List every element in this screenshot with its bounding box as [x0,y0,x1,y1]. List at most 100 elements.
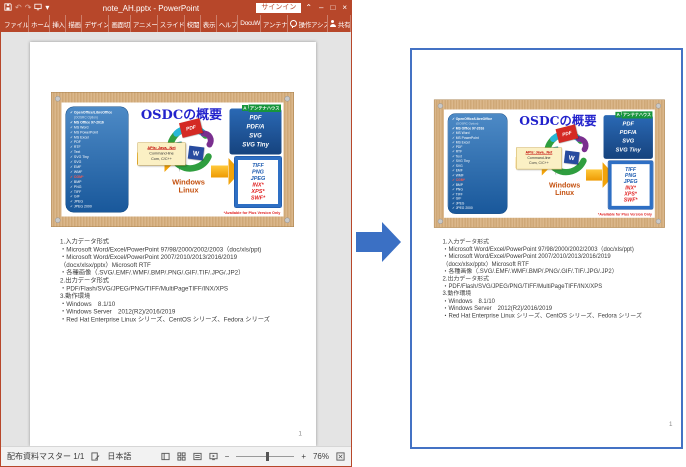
platform-label: Windows Linux [160,178,218,195]
api-note-line: Com, C/C++ [151,156,172,162]
ribbon-tab[interactable]: 操作アシス [288,15,328,32]
ribbon-display-options-button[interactable]: ⌃ [305,4,312,12]
notes-line: ・Microsoft Word/Excel/PowerPoint 2007/20… [60,253,238,261]
input-format-list: ✓ OpenOffice/LibreOffice (OOSRC Option) ✓ … [65,106,129,213]
titlebar: ↶ ↷ ▾ note_AH.pptx - PowerPoint サインイン ⌃ … [1,1,351,15]
page-content: A アンテナハウス OSDCの概要 ✓ OpenOffice/LibreOffi… [30,42,315,445]
screw-icon [284,96,290,102]
input-format-item: ✓ JPEG 2000 [70,205,92,209]
view-status-label: 配布資料マスター 1/1 [7,452,85,461]
ribbon-tab[interactable]: 描画 [66,15,83,32]
floppy-icon [4,3,12,11]
fit-to-window-button[interactable] [336,452,345,461]
output-plus-blue-list: TIFF PNG JPEG [612,166,650,185]
zoom-slider-track [236,456,295,457]
label: 操作アシス [298,21,328,29]
logo-icon: A [241,105,248,111]
ribbon-tab[interactable]: DocuW [238,15,261,32]
input-format-list: ✓ OpenOffice/LibreOffice (OOSRC Option) ✓ … [447,113,508,214]
ribbon-tab[interactable]: 画面切 [109,15,131,32]
ribbon-tab[interactable]: 校閲 [185,15,201,32]
output-format-item: PDF/A [619,128,637,136]
zoom-level-label[interactable]: 76% [313,452,329,461]
notes-line: 1.入力データ形式 [442,238,490,245]
ribbon-tab[interactable]: アンテナ [261,15,288,32]
output-format-item: SVG [622,137,635,145]
reading-view-button[interactable] [193,452,202,461]
comparison-arrow-icon [356,222,402,262]
output-plus-blue-list: TIFF PNG JPEG [238,163,278,183]
notes-line: ・Windows Server 2012(R2)/2016/2019 [442,304,553,312]
notes-line: ・Windows 8.1/10 [442,297,495,305]
ribbon-tab[interactable]: ヘルプ [217,15,239,32]
status-bar: 配布資料マスター 1/1 日本語 − + 76% [1,446,351,466]
handout-master-page[interactable]: A アンテナハウス OSDCの概要 ✓ OpenOffice/LibreOffi… [30,42,316,446]
output-format-item: PDF [249,114,262,121]
display-settings-icon[interactable] [91,452,100,461]
ribbon-tab[interactable]: 挿入 [50,15,67,32]
maximize-button[interactable]: □ [330,4,335,12]
exported-handout-page: A アンテナハウス OSDCの概要 ✓ OpenOffice/LibreOffi… [414,52,681,447]
logo-text: アンテナハウス [621,111,653,119]
api-note: APIs: Java, .Net Command-line Com, C/C++ [516,147,562,170]
zoom-slider-thumb[interactable] [266,452,270,461]
normal-view-button[interactable] [161,452,170,461]
ribbon-tab[interactable]: 表示 [201,15,217,32]
plus-version-footnote: *Available for Plus Version Only [597,212,652,217]
platform-line: Linux [178,186,199,195]
label: 共有 [337,21,351,29]
platform-label: Windows Linux [537,181,592,197]
save-button[interactable] [4,3,12,13]
window-title: note_AH.pptx - PowerPoint [102,3,200,13]
logo-icon: A [615,111,622,118]
notes-line: 3.動作環境 [60,292,91,300]
slide-sorter-view-button[interactable] [177,452,186,461]
slide-canvas: A アンテナハウス OSDCの概要 ✓ OpenOffice/LibreOffi… [443,109,655,218]
zoom-out-button[interactable]: − [225,452,230,461]
zoom-in-button[interactable]: + [301,452,306,461]
output-format-box: PDF PDF/A SVG SVG Tiny [603,115,653,159]
editing-area[interactable]: A アンテナハウス OSDCの概要 ✓ OpenOffice/LibreOffi… [1,32,351,446]
quick-access-toolbar: ↶ ↷ ▾ [4,3,49,13]
page-number: 1 [668,420,673,428]
slide-canvas: A アンテナハウス OSDCの概要 ✓ OpenOffice/LibreOffi… [61,102,284,217]
ribbon-tab-bar: ファイル ホーム 挿入 描画 デザイン 画面切 アニメー スライド 校閲 表示 ヘルプ DocuW アン… [1,15,351,32]
sign-in-button[interactable]: サインイン [256,3,302,13]
output-format-item: SVG [249,132,262,139]
notes-line: ・各種画像（.SVG/.EMF/.WMF/.BMP/.PNG/.GIF/.TIF… [60,269,245,277]
notes-line: ・Red Hat Enterprise Linux シリーズ、CentOS シリ… [442,312,642,319]
screenshot-root: ↶ ↷ ▾ note_AH.pptx - PowerPoint サインイン ⌃ … [0,0,686,467]
ribbon-tab[interactable]: 共有 [328,15,351,32]
screw-icon [655,103,661,109]
language-button[interactable]: 日本語 [107,451,131,462]
monitor-icon [34,3,43,11]
ribbon-tab[interactable]: スライド [158,15,185,32]
ribbon-tab[interactable]: デザイン [82,15,110,32]
slide-thumbnail: A アンテナハウス OSDCの概要 ✓ OpenOffice/LibreOffi… [433,99,665,228]
output-plus-box: TIFF PNG JPEG INX* XPS* SWF* [607,160,654,210]
notes-line: 2.出力データ形式 [60,276,109,284]
exported-image-panel: A アンテナハウス OSDCの概要 ✓ OpenOffice/LibreOffi… [410,48,683,449]
zoom-slider[interactable] [236,452,295,461]
notes-line: ・PDF/Flash/SVG/JPEG/PNG/TIFF/MultiPageTI… [60,284,229,292]
ribbon-tab[interactable]: ファイル [2,15,30,32]
slideshow-view-button[interactable] [209,452,218,461]
output-format-item: SVG Tiny [615,146,641,153]
platform-line: Linux [555,188,575,197]
redo-button[interactable]: ↷ [25,4,32,12]
output-plus-red-list: INX* XPS* SWF* [612,185,650,204]
ribbon-tab[interactable]: アニメー [131,15,158,32]
undo-button[interactable]: ↶ [15,4,22,12]
start-slideshow-button[interactable] [34,3,43,13]
ribbon-tab[interactable]: ホーム [29,15,51,32]
input-format-item: ✓ JPEG 2000 [452,206,473,211]
powerpoint-window: ↶ ↷ ▾ note_AH.pptx - PowerPoint サインイン ⌃ … [0,0,352,467]
output-format-item: SVG Tiny [242,141,269,148]
plus-version-footnote: *Available for Plus Version Only [223,210,281,216]
notes-line: 2.出力データ形式 [442,275,490,282]
minimize-button[interactable]: – [319,4,323,12]
person-icon [329,20,336,27]
close-button[interactable]: × [342,4,347,12]
screw-icon [55,217,61,223]
notes-line: ・Red Hat Enterprise Linux シリーズ、CentOS シリ… [60,315,270,323]
